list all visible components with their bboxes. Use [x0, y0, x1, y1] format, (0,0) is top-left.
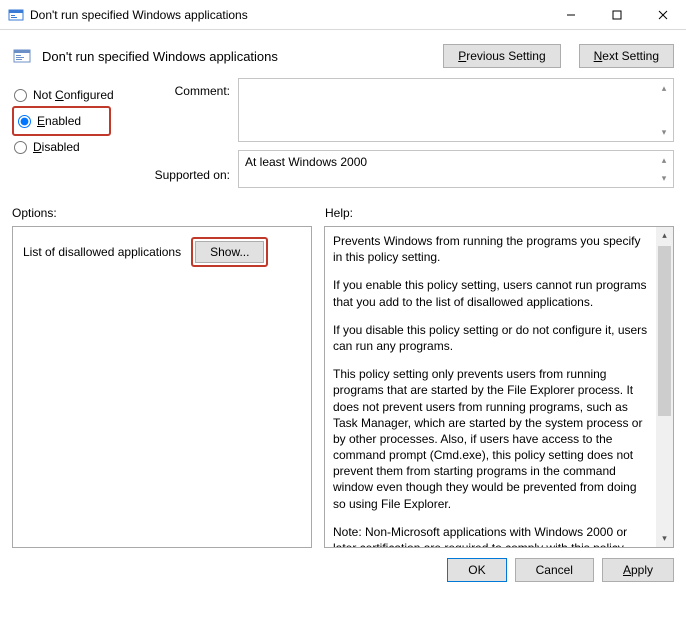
- app-icon: [8, 7, 24, 23]
- maximize-button[interactable]: [594, 0, 640, 30]
- policy-icon: [12, 46, 32, 66]
- help-paragraph: Note: Non-Microsoft applications with Wi…: [333, 524, 648, 547]
- supported-on-box: At least Windows 2000 ▴ ▾: [238, 150, 674, 188]
- radio-enabled-input[interactable]: [18, 115, 31, 128]
- scroll-up-icon[interactable]: ▴: [656, 227, 673, 244]
- radio-disabled-input[interactable]: [14, 141, 27, 154]
- window-title: Don't run specified Windows applications: [30, 8, 548, 22]
- show-button-highlight: Show...: [191, 237, 268, 267]
- help-paragraph: If you enable this policy setting, users…: [333, 277, 648, 309]
- help-scrollbar[interactable]: ▴ ▾: [656, 227, 673, 547]
- help-paragraph: This policy setting only prevents users …: [333, 366, 648, 512]
- help-label: Help:: [317, 206, 674, 220]
- ok-button[interactable]: OK: [447, 558, 506, 582]
- options-label: Options:: [12, 206, 317, 220]
- header-row: Don't run specified Windows applications…: [0, 30, 686, 78]
- policy-title: Don't run specified Windows applications: [42, 49, 425, 64]
- supported-on-text: At least Windows 2000: [245, 155, 367, 169]
- help-text: Prevents Windows from running the progra…: [325, 227, 656, 547]
- radio-not-configured[interactable]: Not Configured: [12, 84, 132, 106]
- next-setting-button[interactable]: Next Setting: [579, 44, 674, 68]
- comment-textarea[interactable]: ▴ ▾: [238, 78, 674, 142]
- options-panel: List of disallowed applications Show...: [12, 226, 312, 548]
- help-panel: Prevents Windows from running the progra…: [324, 226, 674, 548]
- chevron-down-icon[interactable]: ▾: [657, 125, 671, 139]
- cancel-button[interactable]: Cancel: [515, 558, 594, 582]
- close-button[interactable]: [640, 0, 686, 30]
- comment-label: Comment:: [140, 78, 230, 104]
- title-bar: Don't run specified Windows applications: [0, 0, 686, 30]
- disallowed-apps-label: List of disallowed applications: [23, 245, 181, 259]
- previous-setting-button[interactable]: Previous Setting: [443, 44, 560, 68]
- radio-enabled[interactable]: Enabled: [16, 110, 83, 132]
- state-radio-group: Not Configured Enabled Disabled: [12, 78, 132, 188]
- dialog-footer: OK Cancel Apply: [0, 548, 686, 582]
- chevron-up-icon[interactable]: ▴: [657, 81, 671, 95]
- show-button[interactable]: Show...: [195, 241, 264, 263]
- chevron-up-icon[interactable]: ▴: [657, 153, 671, 167]
- chevron-down-icon[interactable]: ▾: [657, 171, 671, 185]
- apply-button[interactable]: Apply: [602, 558, 674, 582]
- scrollbar-track[interactable]: [656, 244, 673, 530]
- help-paragraph: If you disable this policy setting or do…: [333, 322, 648, 354]
- help-paragraph: Prevents Windows from running the progra…: [333, 233, 648, 265]
- radio-disabled[interactable]: Disabled: [12, 136, 132, 158]
- scroll-down-icon[interactable]: ▾: [656, 530, 673, 547]
- enabled-highlight: Enabled: [12, 106, 111, 136]
- supported-label: Supported on:: [140, 162, 230, 188]
- scrollbar-thumb[interactable]: [658, 246, 671, 416]
- radio-not-configured-input[interactable]: [14, 89, 27, 102]
- minimize-button[interactable]: [548, 0, 594, 30]
